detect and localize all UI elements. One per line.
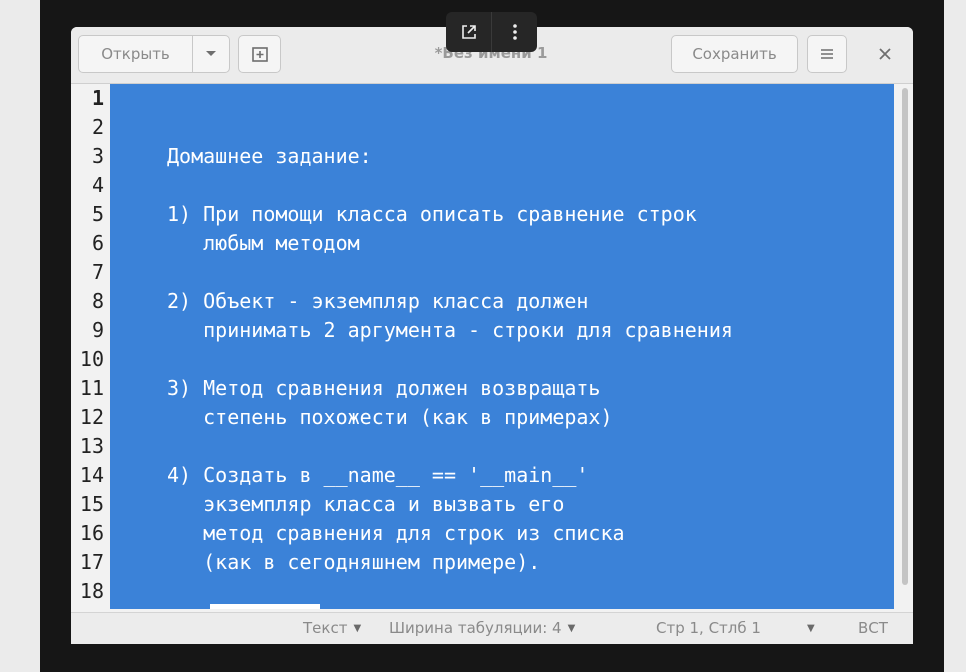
text-line: любым методом: [167, 231, 360, 255]
text-selection[interactable]: Домашнее задание: 1) При помощи класса о…: [110, 84, 894, 609]
close-button[interactable]: [866, 35, 904, 73]
new-tab-icon: [251, 47, 268, 62]
hamburger-menu-icon: [821, 49, 833, 59]
text-line: (как в сегодняшнем примере).: [167, 550, 541, 574]
text-line: 4) Создать в __name__ == '__main__': [167, 463, 589, 487]
insert-mode-label: ВСТ: [858, 619, 888, 637]
text-cursor: [210, 604, 320, 609]
line-number: 10: [79, 347, 104, 371]
line-number: 2: [91, 115, 104, 139]
tab-width-selector[interactable]: Ширина табуляции: 4 ▼: [389, 619, 575, 637]
line-number: 14: [79, 463, 104, 487]
cursor-position[interactable]: Стр 1, Стлб 1 ▼: [656, 619, 815, 637]
more-vertical-icon: [512, 24, 517, 40]
new-tab-button[interactable]: [238, 35, 281, 73]
text-line: 2) Объект - экземпляр класса должен: [167, 289, 589, 313]
text-line: принимать 2 аргумента - строки для сравн…: [167, 318, 733, 342]
open-button-label: Открыть: [101, 45, 170, 63]
line-number: 13: [79, 434, 104, 458]
line-number: 3: [91, 144, 104, 168]
open-external-button[interactable]: [446, 12, 491, 52]
line-number: 5: [91, 202, 104, 226]
cursor-position-label: Стр 1, Стлб 1: [656, 619, 761, 637]
chevron-down-icon: ▼: [353, 622, 362, 634]
save-button-label: Сохранить: [692, 45, 777, 63]
line-number: 8: [91, 289, 104, 313]
text-line: метод сравнения для строк из списка: [167, 521, 625, 545]
editor-area[interactable]: 1 2 3 4 5 6 7 8 9 10 11 12 13 14 15 16 1…: [71, 84, 913, 612]
status-bar: Текст ▼ Ширина табуляции: 4 ▼ Стр 1, Стл…: [71, 612, 913, 644]
syntax-label: Текст: [303, 619, 348, 637]
save-button[interactable]: Сохранить: [671, 35, 798, 73]
editor-window: Открыть *Без имени 1 Сохранить 1 2 3 4 5…: [71, 27, 913, 644]
text-line: экземпляр класса и вызвать его: [167, 492, 565, 516]
more-options-button[interactable]: [492, 12, 537, 52]
text-line: Домашнее задание:: [167, 144, 372, 168]
line-number: 7: [91, 260, 104, 284]
line-number: 18: [79, 579, 104, 603]
open-button[interactable]: Открыть: [78, 35, 193, 73]
line-number: 17: [79, 550, 104, 574]
close-icon: [879, 48, 891, 60]
tab-width-label: Ширина табуляции: 4: [389, 619, 562, 637]
open-menu-button[interactable]: [192, 35, 230, 73]
chevron-down-icon: ▼: [806, 622, 815, 634]
open-external-icon: [461, 25, 476, 39]
chevron-down-icon: [206, 51, 216, 56]
insert-mode[interactable]: ВСТ: [858, 619, 888, 637]
line-number: 12: [79, 405, 104, 429]
chevron-down-icon: ▼: [567, 622, 576, 634]
syntax-selector[interactable]: Текст ▼: [303, 619, 361, 637]
menu-button[interactable]: [807, 35, 847, 73]
line-number: 1: [91, 86, 104, 110]
line-number: 4: [91, 173, 104, 197]
floating-toolbar: [446, 12, 537, 52]
line-number: 16: [79, 521, 104, 545]
text-line: степень похожести (как в примерах): [167, 405, 613, 429]
line-number: 15: [79, 492, 104, 516]
vertical-scrollbar[interactable]: [902, 88, 908, 585]
text-line: 1) При помощи класса описать сравнение с…: [167, 202, 697, 226]
line-number: 9: [91, 318, 104, 342]
line-number: 6: [91, 231, 104, 255]
text-line: 3) Метод сравнения должен возвращать: [167, 376, 601, 400]
line-number: 11: [79, 376, 104, 400]
line-number-gutter: 1 2 3 4 5 6 7 8 9 10 11 12 13 14 15 16 1…: [71, 84, 109, 612]
